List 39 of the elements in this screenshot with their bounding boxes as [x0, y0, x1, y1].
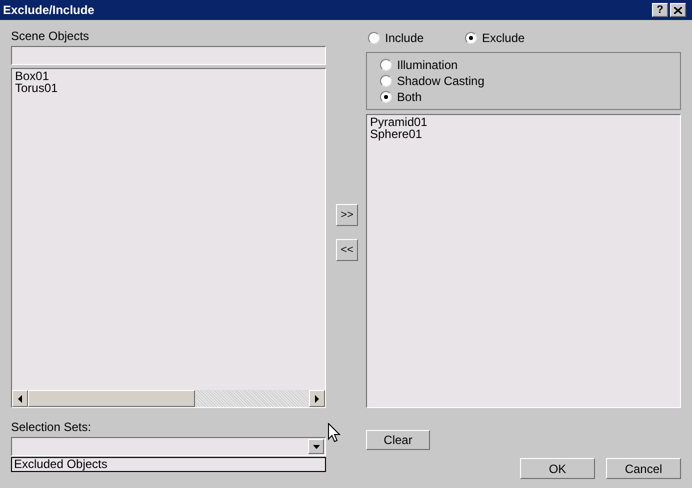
radio-button[interactable]	[368, 32, 380, 44]
radio-button[interactable]	[380, 59, 392, 71]
list-item[interactable]: Sphere01	[370, 128, 422, 140]
list-item[interactable]: Box01	[15, 70, 50, 82]
scrollbar-thumb[interactable]	[28, 390, 195, 407]
transfer-button[interactable]: >>	[336, 204, 358, 226]
dialog-button[interactable]: OK	[520, 458, 595, 479]
radio-label: Exclude	[482, 32, 525, 44]
radio-label: Shadow Casting	[397, 75, 484, 87]
triangle-arrow-icon	[314, 394, 320, 404]
list-item[interactable]: Torus01	[15, 82, 58, 94]
radio-button[interactable]	[465, 32, 477, 44]
window-title: Exclude/Include	[3, 2, 94, 19]
triangle-arrow-icon	[17, 394, 23, 404]
transfer-button[interactable]: <<	[336, 239, 358, 261]
scroll-right-button[interactable]	[309, 390, 325, 407]
clear-button[interactable]: Clear	[366, 430, 430, 450]
scroll-left-button[interactable]	[12, 390, 28, 407]
radio-label: Both	[397, 91, 422, 103]
list-item[interactable]: Pyramid01	[370, 116, 428, 128]
dropdown-button[interactable]	[308, 439, 324, 454]
object-list[interactable]: Box01 Torus01	[11, 68, 326, 408]
radio-label: Illumination	[397, 59, 458, 71]
help-button[interactable]: ?	[652, 3, 668, 17]
selection-sets-dropdown[interactable]	[11, 437, 326, 456]
caret-icon	[312, 444, 320, 448]
horizontal-scrollbar[interactable]	[12, 390, 325, 407]
radio-button[interactable]	[380, 91, 392, 103]
dropdown-option[interactable]: Excluded Objects	[12, 458, 108, 471]
radio-button[interactable]	[380, 75, 392, 87]
close-button[interactable]	[670, 3, 686, 17]
excluded-list[interactable]: Pyramid01 Sphere01	[366, 114, 681, 408]
dialog-button[interactable]: Cancel	[606, 458, 681, 479]
radio-label: Include	[385, 32, 424, 44]
cursor-icon	[328, 423, 341, 443]
close-icon	[674, 6, 682, 14]
section-label: Scene Objects	[11, 29, 90, 44]
filter-field[interactable]	[11, 46, 326, 65]
section-label: Selection Sets:	[11, 420, 92, 435]
